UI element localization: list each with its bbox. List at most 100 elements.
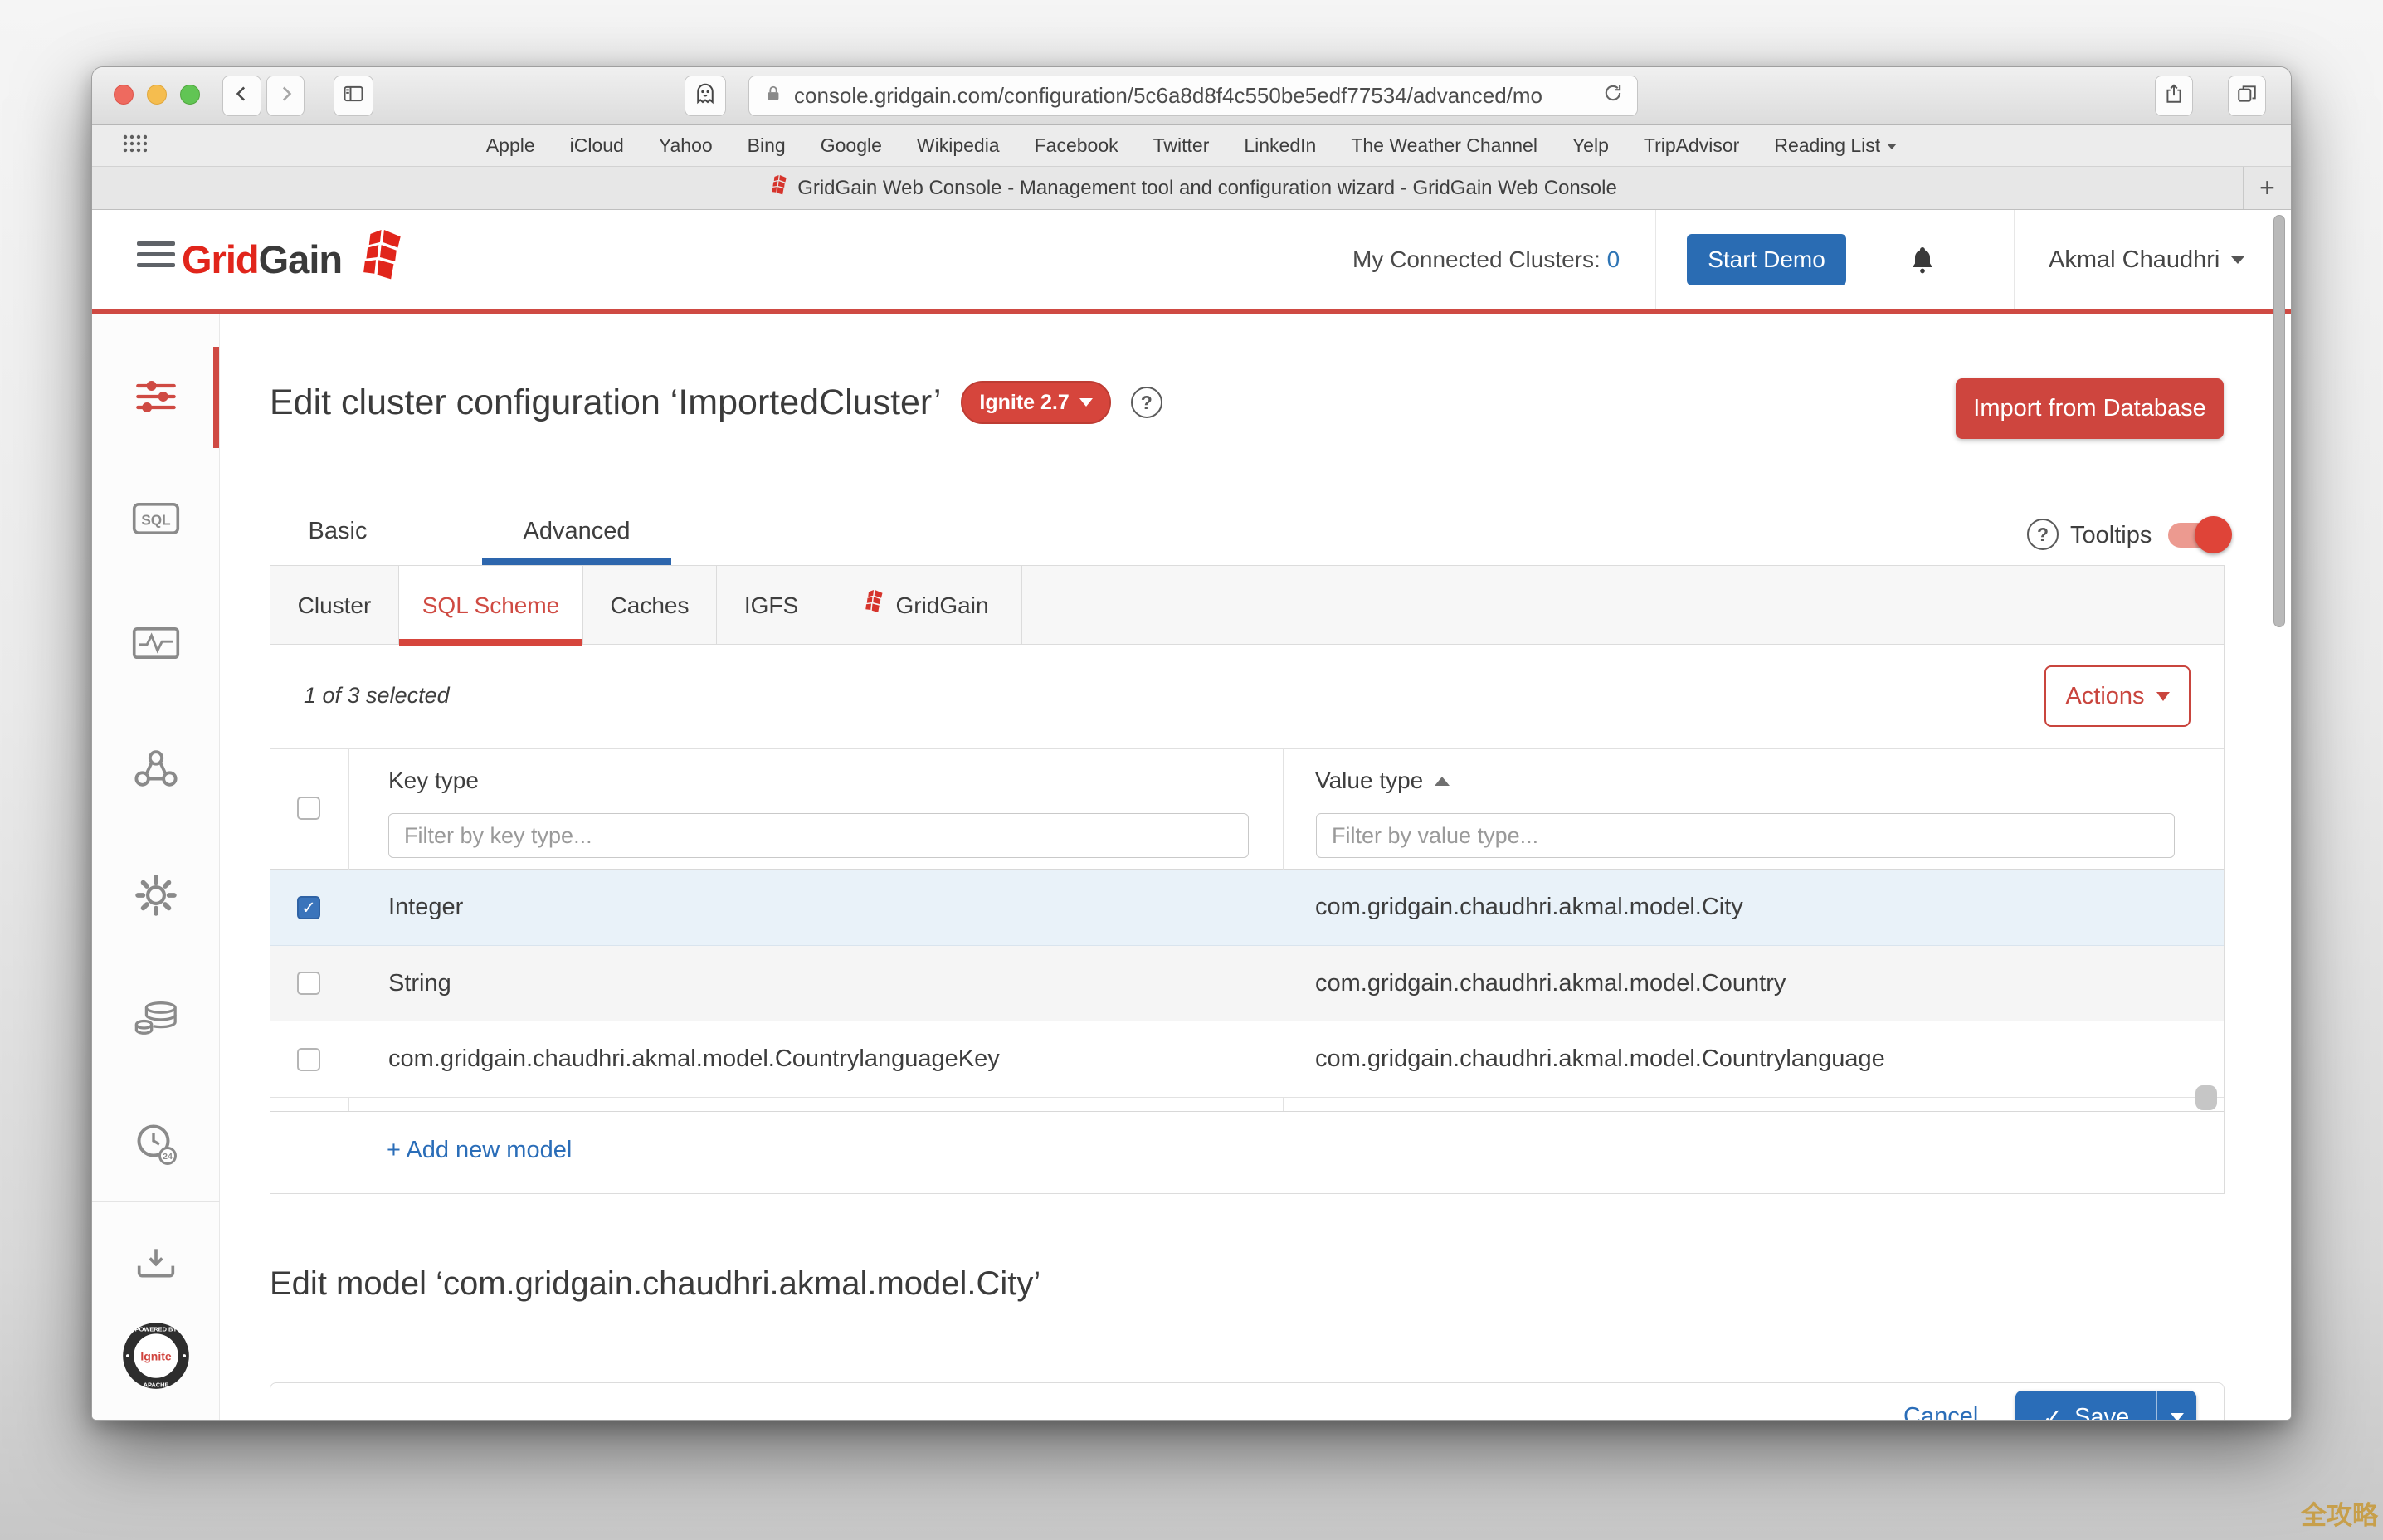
- subtab-gridgain-label: GridGain: [895, 592, 988, 619]
- gridgain-sail-icon: [859, 590, 884, 621]
- bookmark-wikipedia[interactable]: Wikipedia: [899, 134, 1017, 157]
- sidebar-item-sql[interactable]: SQL: [92, 501, 220, 540]
- tooltips-help-icon: ?: [2027, 519, 2059, 550]
- sidebar-item-configuration[interactable]: [92, 378, 220, 419]
- page-title-row: Edit cluster configuration ‘ImportedClus…: [270, 381, 1162, 424]
- tab-overview-button[interactable]: [2228, 76, 2266, 116]
- gridgain-logo[interactable]: GridGain: [182, 230, 403, 289]
- header-divider: [1655, 210, 1656, 309]
- sidebar-item-monitoring[interactable]: [92, 626, 220, 665]
- chevron-down-icon: [2231, 256, 2244, 264]
- row-key-type: com.gridgain.chaudhri.akmal.model.Countr…: [388, 1021, 1000, 1097]
- key-type-filter-input[interactable]: [388, 813, 1249, 858]
- sql-scheme-panel: Cluster SQL Scheme Caches IGFS GridGain …: [270, 565, 2225, 1194]
- bookmark-twitter[interactable]: Twitter: [1136, 134, 1227, 157]
- save-button[interactable]: ✓ Save: [2015, 1391, 2156, 1421]
- zoom-window-button[interactable]: [180, 85, 200, 105]
- cancel-button[interactable]: Cancel: [1903, 1403, 1978, 1421]
- safari-window: console.gridgain.com/configuration/5c6a8…: [91, 66, 2292, 1421]
- back-button[interactable]: [222, 76, 261, 116]
- table-scrollbar-thumb[interactable]: [2195, 1085, 2217, 1110]
- import-from-database-button[interactable]: Import from Database: [1956, 378, 2224, 439]
- bookmarks-grid-icon[interactable]: [122, 134, 147, 158]
- forward-icon: [275, 83, 296, 109]
- tab-title[interactable]: GridGain Web Console - Management tool a…: [797, 177, 1617, 200]
- table-row[interactable]: ✓ String com.gridgain.chaudhri.akmal.mod…: [270, 946, 2224, 1021]
- subtab-igfs[interactable]: IGFS: [717, 566, 826, 645]
- ignite-version-badge[interactable]: Ignite 2.7: [961, 381, 1110, 424]
- config-subtabs: Cluster SQL Scheme Caches IGFS GridGain: [270, 566, 2224, 645]
- forward-button[interactable]: [266, 76, 305, 116]
- svg-text:SQL: SQL: [141, 511, 170, 528]
- minimize-window-button[interactable]: [147, 85, 167, 105]
- bookmark-tripadvisor[interactable]: TripAdvisor: [1626, 134, 1757, 157]
- subtab-gridgain[interactable]: GridGain: [826, 566, 1022, 645]
- bookmark-yahoo[interactable]: Yahoo: [641, 134, 730, 157]
- tab-advanced[interactable]: Advanced: [482, 502, 671, 560]
- browser-scrollbar[interactable]: [2273, 215, 2285, 627]
- bookmark-bing[interactable]: Bing: [730, 134, 803, 157]
- tab-basic[interactable]: Basic: [243, 502, 432, 560]
- sidebar-item-clusters[interactable]: [92, 748, 220, 792]
- desktop: console.gridgain.com/configuration/5c6a8…: [0, 0, 2383, 1540]
- connected-clusters: My Connected Clusters: 0: [1352, 210, 1620, 309]
- share-button[interactable]: [2155, 76, 2193, 116]
- close-window-button[interactable]: [114, 85, 134, 105]
- bookmark-icloud[interactable]: iCloud: [553, 134, 641, 157]
- reading-list-menu[interactable]: Reading List: [1757, 134, 1914, 157]
- actions-button[interactable]: Actions: [2044, 665, 2191, 727]
- key-type-header[interactable]: Key type: [388, 768, 479, 794]
- apache-ignite-badge-icon: POWERED BY APACHE Ignite: [121, 1321, 191, 1395]
- select-all-checkbox[interactable]: [297, 797, 320, 820]
- svg-text:APACHE: APACHE: [144, 1382, 169, 1389]
- value-type-header[interactable]: Value type: [1315, 768, 1450, 794]
- download-icon: [136, 1245, 176, 1284]
- notifications-bell-icon[interactable]: [1908, 245, 1937, 279]
- lock-icon: [764, 84, 782, 108]
- add-new-model-link[interactable]: + Add new model: [387, 1137, 572, 1164]
- sidebar-item-download-agent[interactable]: [92, 1245, 220, 1284]
- cluster-nodes-icon: [134, 748, 178, 792]
- user-menu[interactable]: Akmal Chaudhri: [2049, 210, 2244, 309]
- row-checkbox[interactable]: ✓: [297, 896, 320, 919]
- reload-icon[interactable]: [1602, 82, 1624, 110]
- logo-grid: Grid: [182, 237, 259, 281]
- table-row[interactable]: ✓ com.gridgain.chaudhri.akmal.model.Coun…: [270, 1021, 2224, 1098]
- bookmark-google[interactable]: Google: [803, 134, 899, 157]
- extension-button[interactable]: [685, 76, 726, 116]
- menu-icon[interactable]: [137, 241, 175, 274]
- row-checkbox[interactable]: ✓: [297, 1048, 320, 1071]
- share-icon: [2163, 83, 2185, 109]
- table-row[interactable]: ✓ Integer com.gridgain.chaudhri.akmal.mo…: [270, 870, 2224, 946]
- sidebar-item-caches[interactable]: [92, 999, 220, 1041]
- header-divider: [2014, 210, 2015, 309]
- bookmark-linkedin[interactable]: LinkedIn: [1226, 134, 1333, 157]
- powered-by-ignite-badge[interactable]: POWERED BY APACHE Ignite: [92, 1321, 220, 1395]
- tooltips-label: Tooltips: [2070, 522, 2152, 549]
- chevron-down-icon: [1887, 144, 1897, 149]
- watermark-text: 全攻略: [2301, 1494, 2378, 1532]
- bookmark-facebook[interactable]: Facebook: [1017, 134, 1136, 157]
- save-options-button[interactable]: [2156, 1391, 2196, 1421]
- subtab-sql-scheme[interactable]: SQL Scheme: [399, 566, 583, 645]
- address-bar[interactable]: console.gridgain.com/configuration/5c6a8…: [748, 76, 1638, 116]
- value-type-filter-input[interactable]: [1316, 813, 2175, 858]
- sidebar-item-queries-history[interactable]: 24: [92, 1122, 220, 1169]
- bookmark-apple[interactable]: Apple: [469, 134, 553, 157]
- sidebar-item-settings[interactable]: [92, 875, 220, 920]
- row-checkbox[interactable]: ✓: [297, 972, 320, 995]
- sidebar-toggle-button[interactable]: [334, 76, 373, 116]
- subtab-caches[interactable]: Caches: [583, 566, 717, 645]
- help-icon[interactable]: ?: [1131, 387, 1162, 418]
- tabs-icon: [2236, 83, 2258, 109]
- subtab-cluster[interactable]: Cluster: [270, 566, 399, 645]
- actions-label: Actions: [2065, 683, 2144, 710]
- start-demo-button[interactable]: Start Demo: [1687, 234, 1846, 285]
- web-content: GridGain My Connected Clusters: 0 Start …: [92, 210, 2291, 1421]
- edit-model-title: Edit model ‘com.gridgain.chaudhri.akmal.…: [270, 1265, 1040, 1303]
- new-tab-button[interactable]: +: [2243, 167, 2291, 209]
- bookmark-weather-channel[interactable]: The Weather Channel: [1333, 134, 1555, 157]
- clusters-count[interactable]: 0: [1607, 246, 1620, 273]
- tooltips-toggle-knob[interactable]: [2195, 516, 2232, 553]
- bookmark-yelp[interactable]: Yelp: [1555, 134, 1626, 157]
